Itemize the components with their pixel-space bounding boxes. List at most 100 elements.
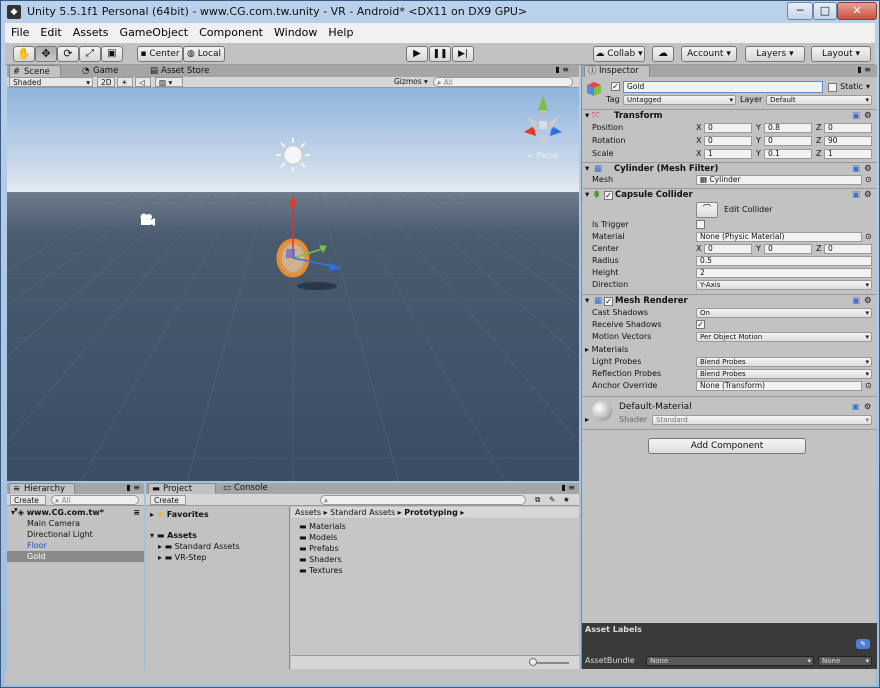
radius-field[interactable]: 0.5 — [696, 256, 872, 266]
rotation-x-field[interactable]: 0 — [704, 136, 752, 146]
center-z-field[interactable]: 0 — [824, 244, 872, 254]
position-z-field[interactable]: 0 — [824, 123, 872, 133]
help-book-icon[interactable]: ▣ — [852, 295, 860, 308]
project-menu-icon[interactable]: ▮ ≡ — [561, 483, 575, 492]
tab-hierarchy[interactable]: ≡ Hierarchy — [9, 483, 75, 494]
hierarchy-menu-icon[interactable]: ▮ ≡ — [126, 483, 140, 492]
object-name-field[interactable]: Gold — [623, 81, 823, 93]
menu-component[interactable]: Component — [193, 23, 268, 39]
tab-console[interactable]: ▭ Console — [220, 483, 280, 494]
breadcrumb-assets[interactable]: Assets — [295, 508, 321, 517]
account-dropdown[interactable]: Account ▾ — [681, 46, 737, 62]
menu-help[interactable]: Help — [322, 23, 358, 39]
scale-z-field[interactable]: 1 — [824, 149, 872, 159]
gizmos-dropdown[interactable]: Gizmos ▾ — [391, 77, 429, 87]
mode-2d-toggle[interactable]: 2D — [97, 77, 115, 87]
capsule-collider-enabled-checkbox[interactable]: ✓ — [604, 191, 613, 200]
step-button[interactable]: ▶| — [452, 46, 474, 62]
capsule-collider-header[interactable]: ▾ ⬮ ✓ Capsule Collider ▣ ⚙ — [582, 189, 877, 202]
breadcrumb-standard-assets[interactable]: Standard Assets — [330, 508, 395, 517]
move-tool-icon[interactable]: ✥ — [35, 46, 57, 62]
receive-shadows-checkbox[interactable]: ✓ — [696, 320, 705, 329]
height-field[interactable]: 2 — [696, 268, 872, 278]
collab-dropdown[interactable]: ☁ Collab ▾ — [593, 46, 645, 62]
search-by-type-icon[interactable]: ⧉ — [532, 495, 544, 505]
persp-label[interactable]: < Persp — [527, 151, 558, 160]
scene-menu-icon[interactable]: ≡ — [133, 507, 140, 518]
collider-material-field[interactable]: None (Physic Material) — [696, 232, 862, 242]
layers-dropdown[interactable]: Layers ▾ — [745, 46, 805, 62]
hierarchy-create-dropdown[interactable]: Create ▾ — [10, 495, 46, 514]
hierarchy-item-gold[interactable]: Gold — [7, 551, 144, 562]
mesh-renderer-enabled-checkbox[interactable]: ✓ — [604, 297, 613, 306]
cast-shadows-dropdown[interactable]: On — [696, 308, 872, 318]
cloud-icon[interactable]: ☁ — [652, 46, 674, 62]
component-gear-icon[interactable]: ⚙ — [864, 189, 872, 202]
slider-thumb[interactable] — [529, 658, 537, 666]
label-tag-icon[interactable]: ✎ — [856, 639, 870, 649]
static-checkbox[interactable] — [828, 83, 837, 92]
favorites-row[interactable]: ▸ ★ Favorites — [146, 509, 209, 520]
hierarchy-item-directional-light[interactable]: Directional Light — [7, 529, 144, 540]
motion-vectors-dropdown[interactable]: Per Object Motion — [696, 332, 872, 342]
help-book-icon[interactable]: ▣ — [852, 402, 860, 411]
position-x-field[interactable]: 0 — [704, 123, 752, 133]
tag-dropdown[interactable]: Untagged — [623, 95, 736, 105]
project-search-input[interactable]: ⌕ — [320, 495, 526, 505]
scale-tool-icon[interactable]: ⤢ — [79, 46, 101, 62]
rotation-y-field[interactable]: 0 — [764, 136, 812, 146]
tab-project[interactable]: ▬ Project — [148, 483, 216, 494]
folder-materials[interactable]: ▬ Materials — [291, 521, 346, 532]
reflection-probes-dropdown[interactable]: Blend Probes — [696, 369, 872, 379]
effects-dropdown-icon[interactable]: ▨ ▾ — [155, 77, 183, 87]
component-gear-icon[interactable]: ⚙ — [864, 110, 872, 123]
tab-inspector[interactable]: ⓘ Inspector — [584, 65, 650, 77]
breadcrumb-prototyping[interactable]: Prototyping — [404, 508, 458, 517]
layout-dropdown[interactable]: Layout ▾ — [811, 46, 871, 62]
assetbundle-variant-dropdown[interactable]: None — [818, 656, 872, 666]
add-component-button[interactable]: Add Component — [648, 438, 806, 454]
anchor-override-field[interactable]: None (Transform) — [696, 381, 862, 391]
menu-gameobject[interactable]: GameObject — [114, 23, 194, 39]
pause-button[interactable]: ❚❚ — [429, 46, 451, 62]
help-book-icon[interactable]: ▣ — [852, 110, 860, 123]
assets-root-row[interactable]: ▾ ▬ Assets — [146, 530, 197, 541]
is-trigger-checkbox[interactable] — [696, 220, 705, 229]
close-button[interactable]: ✕ — [837, 2, 877, 20]
object-picker-icon[interactable]: ⊙ — [865, 232, 872, 241]
folder-shaders[interactable]: ▬ Shaders — [291, 554, 342, 565]
rotate-tool-icon[interactable]: ⟳ — [57, 46, 79, 62]
pivot-center-toggle[interactable]: ▪ Center — [137, 46, 183, 62]
tab-scene[interactable]: # Scene — [9, 65, 61, 77]
help-book-icon[interactable]: ▣ — [852, 189, 860, 202]
hierarchy-item-floor[interactable]: Floor — [7, 540, 144, 551]
scene-root-row[interactable]: ▾ ◈ www.CG.com.tw* ≡ — [7, 507, 144, 518]
hierarchy-search-input[interactable]: ⌕ All — [51, 495, 139, 505]
menu-window[interactable]: Window — [268, 23, 322, 39]
active-checkbox[interactable]: ✓ — [611, 82, 620, 91]
position-y-field[interactable]: 0.8 — [764, 123, 812, 133]
scene-search-input[interactable]: ⌕ All — [433, 77, 573, 87]
hand-tool-icon[interactable]: ✋ — [13, 46, 35, 62]
menu-edit[interactable]: Edit — [34, 23, 66, 39]
assetbundle-dropdown[interactable]: None — [646, 656, 814, 666]
tree-item-vr-step[interactable]: ▸ ▬ VR-Step — [146, 552, 206, 563]
menu-assets[interactable]: Assets — [67, 23, 114, 39]
pivot-space-toggle[interactable]: ◍ Local — [183, 46, 225, 62]
maximize-button[interactable]: □ — [813, 2, 837, 20]
mesh-object-field[interactable]: ▦ Cylinder — [696, 175, 862, 185]
object-picker-icon[interactable]: ⊙ — [865, 381, 872, 390]
menu-file[interactable]: File — [5, 23, 34, 39]
component-gear-icon[interactable]: ⚙ — [864, 402, 871, 411]
hierarchy-item-main-camera[interactable]: Main Camera — [7, 518, 144, 529]
direction-dropdown[interactable]: Y-Axis — [696, 280, 872, 290]
search-by-label-icon[interactable]: ✎ — [546, 495, 558, 505]
layer-dropdown[interactable]: Default — [766, 95, 872, 105]
folder-models[interactable]: ▬ Models — [291, 532, 337, 543]
materials-foldout[interactable]: ▸ Materials — [585, 345, 628, 355]
minimize-button[interactable]: ─ — [787, 2, 813, 20]
scale-y-field[interactable]: 0.1 — [764, 149, 812, 159]
shader-dropdown[interactable]: Standard — [652, 415, 872, 425]
favorite-star-icon[interactable]: ★ — [560, 495, 572, 505]
edit-collider-button[interactable]: ⌒ — [696, 202, 718, 218]
